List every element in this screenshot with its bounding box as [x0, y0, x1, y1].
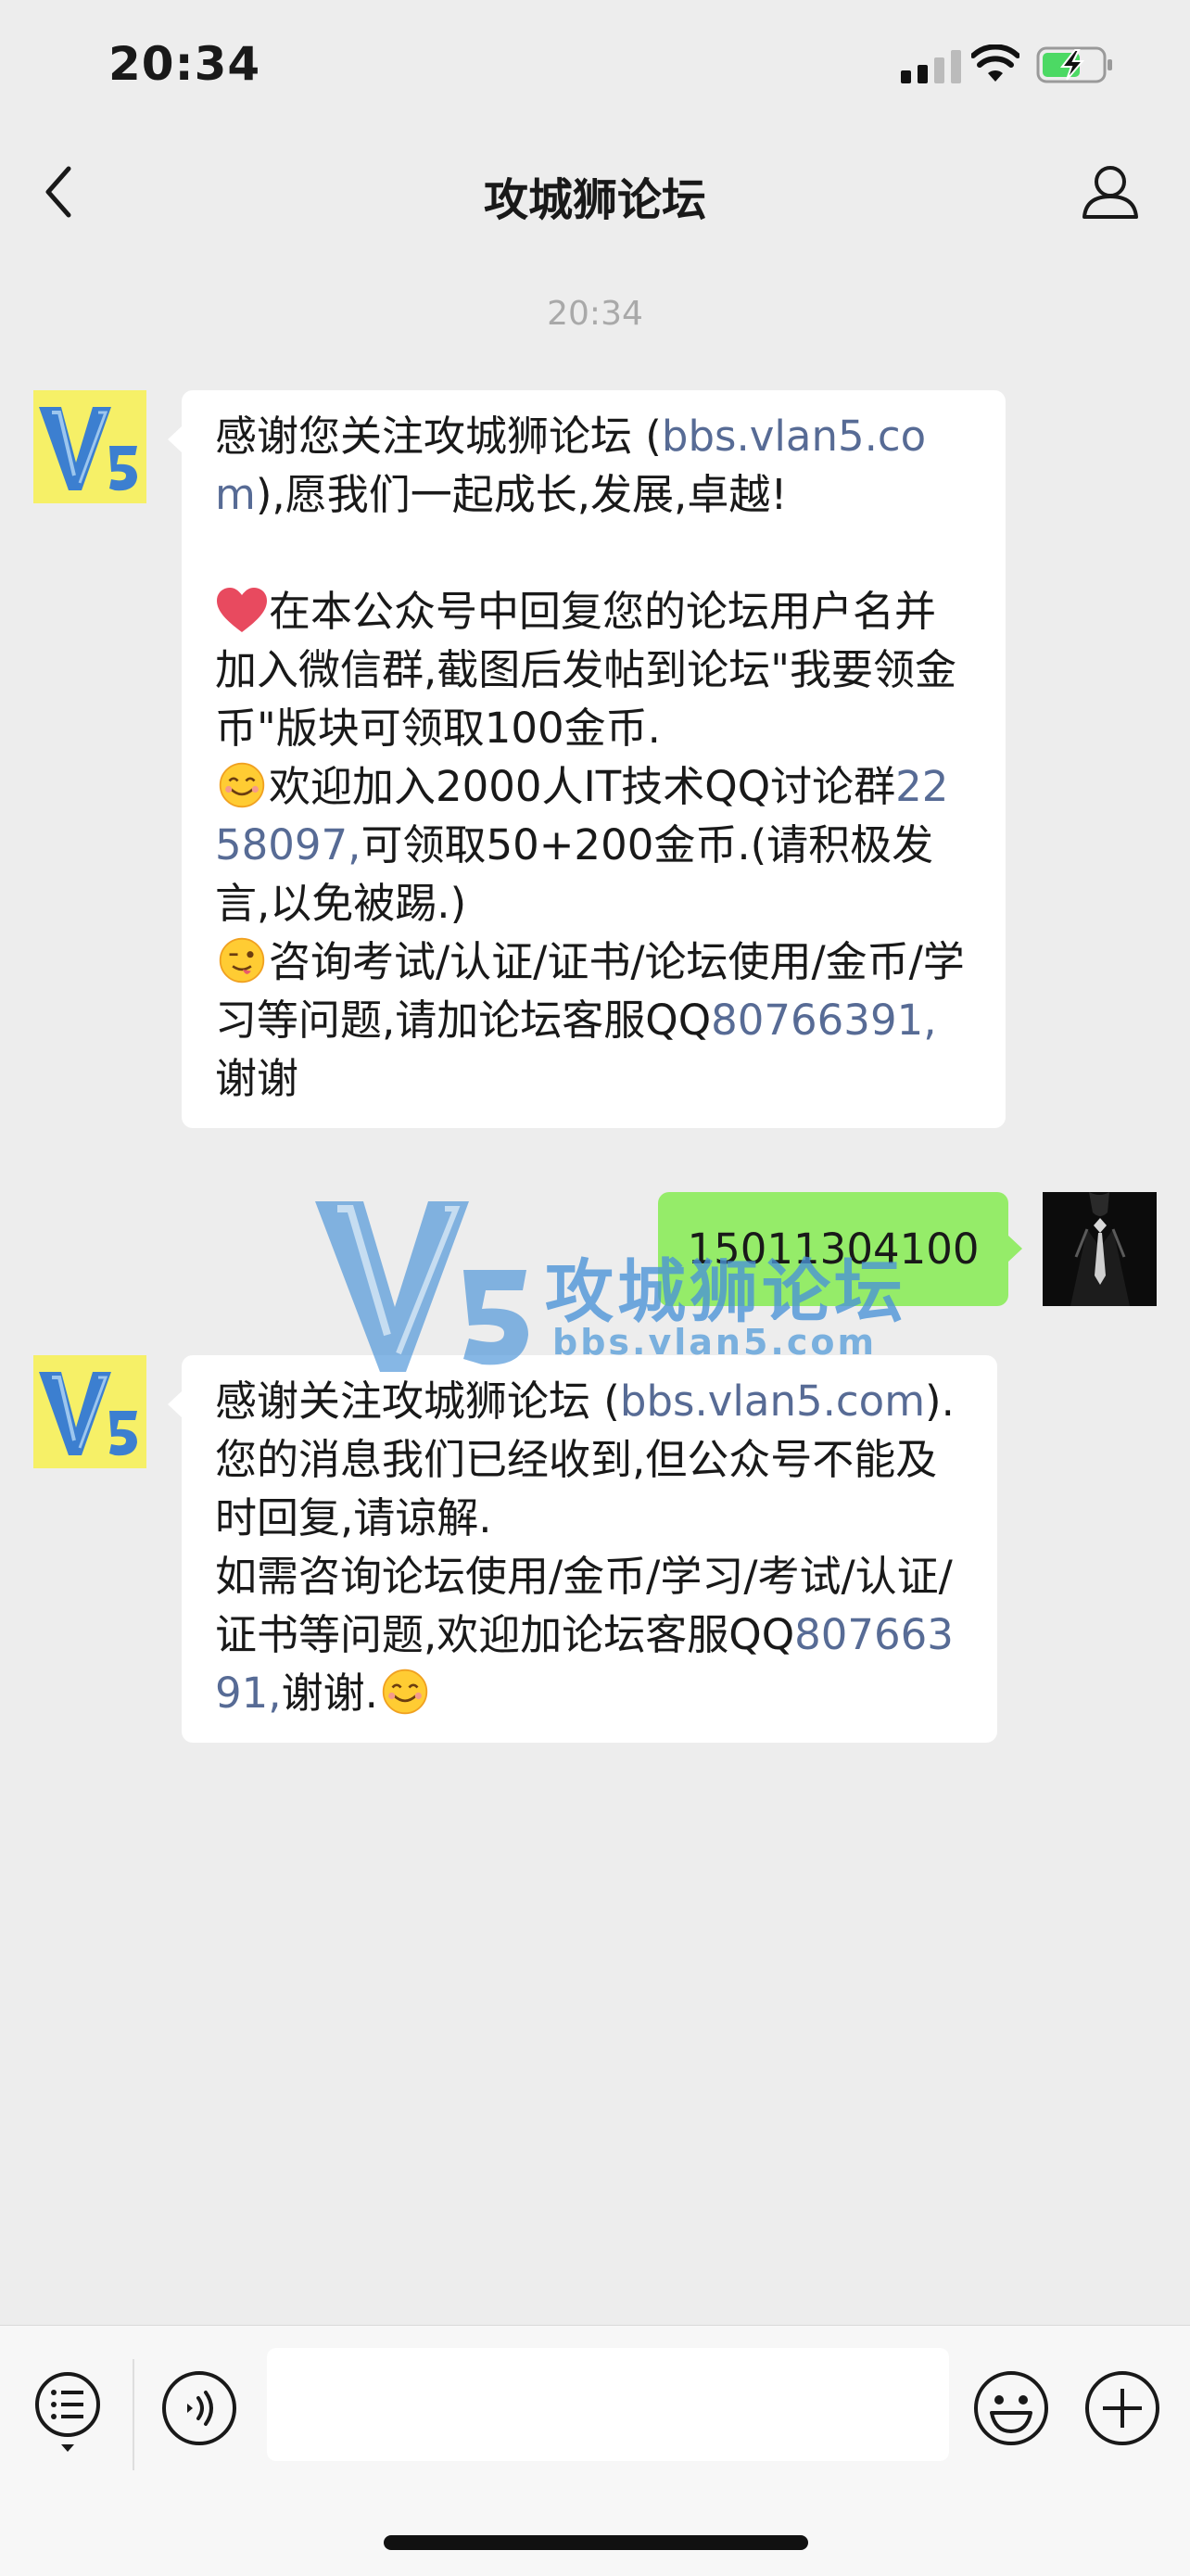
chat-timestamp: 20:34: [547, 295, 643, 333]
outgoing-message[interactable]: 15011304100: [658, 1192, 1022, 1306]
profile-icon[interactable]: [1081, 163, 1140, 221]
official-account-avatar[interactable]: [33, 390, 146, 503]
v5-logo-icon: [33, 390, 146, 503]
message-text: ).: [925, 1377, 955, 1426]
message-paragraph: 咨询考试/认证/证书/论坛使用/金币/学习等问题,请加论坛客服QQ8076639…: [215, 933, 970, 1108]
message-text: 谢谢: [215, 1054, 299, 1103]
emoji-icon[interactable]: [973, 2370, 1049, 2446]
battery-charging-icon: [1036, 46, 1112, 83]
watermark-v5-logo-icon: [315, 1201, 528, 1372]
message-paragraph: 欢迎加入2000人IT技术QQ讨论群2258097,可领取50+200金币.(请…: [215, 757, 970, 933]
page-title: 攻城狮论坛: [483, 174, 706, 226]
message-text: 欢迎加入2000人IT技术QQ讨论群: [269, 762, 896, 811]
heart-emoji: [217, 588, 267, 632]
smile-emoji: [382, 1669, 428, 1715]
message-text: ),愿我们一起成长,发展,卓越!: [255, 470, 788, 519]
forum-url-link[interactable]: bbs.vlan5.com: [620, 1377, 925, 1426]
message-text: 感谢您关注攻城狮论坛 (: [215, 412, 662, 461]
message-paragraph: 在本公众号中回复您的论坛用户名并加入微信群,截图后发帖到论坛"我要领金币"版块可…: [215, 582, 970, 757]
wink-emoji: [219, 937, 265, 983]
user-portrait-icon: [1043, 1192, 1157, 1306]
incoming-message-auto-reply: 感谢关注攻城狮论坛 (bbs.vlan5.com). 您的消息我们已经收到,但公…: [168, 1355, 997, 1743]
message-paragraph: 您的消息我们已经收到,但公众号不能及时回复,请谅解.: [215, 1435, 938, 1542]
qq-service-link[interactable]: 80766391,: [711, 996, 936, 1045]
incoming-message-welcome: 感谢您关注攻城狮论坛 (bbs.vlan5.com),愿我们一起成长,发展,卓越…: [168, 390, 1006, 1128]
menu-list-icon[interactable]: [33, 2370, 102, 2459]
official-account-avatar[interactable]: [33, 1355, 146, 1468]
message-paragraph: 如需咨询论坛使用/金币/学习/考试/认证/证书等问题,欢迎加论坛客服QQ8076…: [215, 1547, 962, 1722]
user-avatar[interactable]: [1043, 1192, 1157, 1306]
plus-icon[interactable]: [1084, 2370, 1160, 2446]
smile-emoji: [219, 762, 265, 808]
message-text: 在本公众号中回复您的论坛用户名并加入微信群,截图后发帖到论坛"我要领金币"版块可…: [215, 587, 957, 753]
v5-logo-icon: [33, 1355, 146, 1468]
wifi-icon: [971, 44, 1019, 82]
message-text: 感谢关注攻城狮论坛 (: [215, 1377, 620, 1426]
status-time: 20:34: [108, 37, 261, 91]
message-text: 谢谢.: [281, 1669, 378, 1718]
voice-icon[interactable]: [161, 2370, 237, 2446]
message-input[interactable]: [267, 2348, 949, 2461]
home-indicator[interactable]: [384, 2535, 808, 2550]
divider: [133, 2359, 134, 2470]
cellular-signal-icon: [901, 50, 961, 83]
